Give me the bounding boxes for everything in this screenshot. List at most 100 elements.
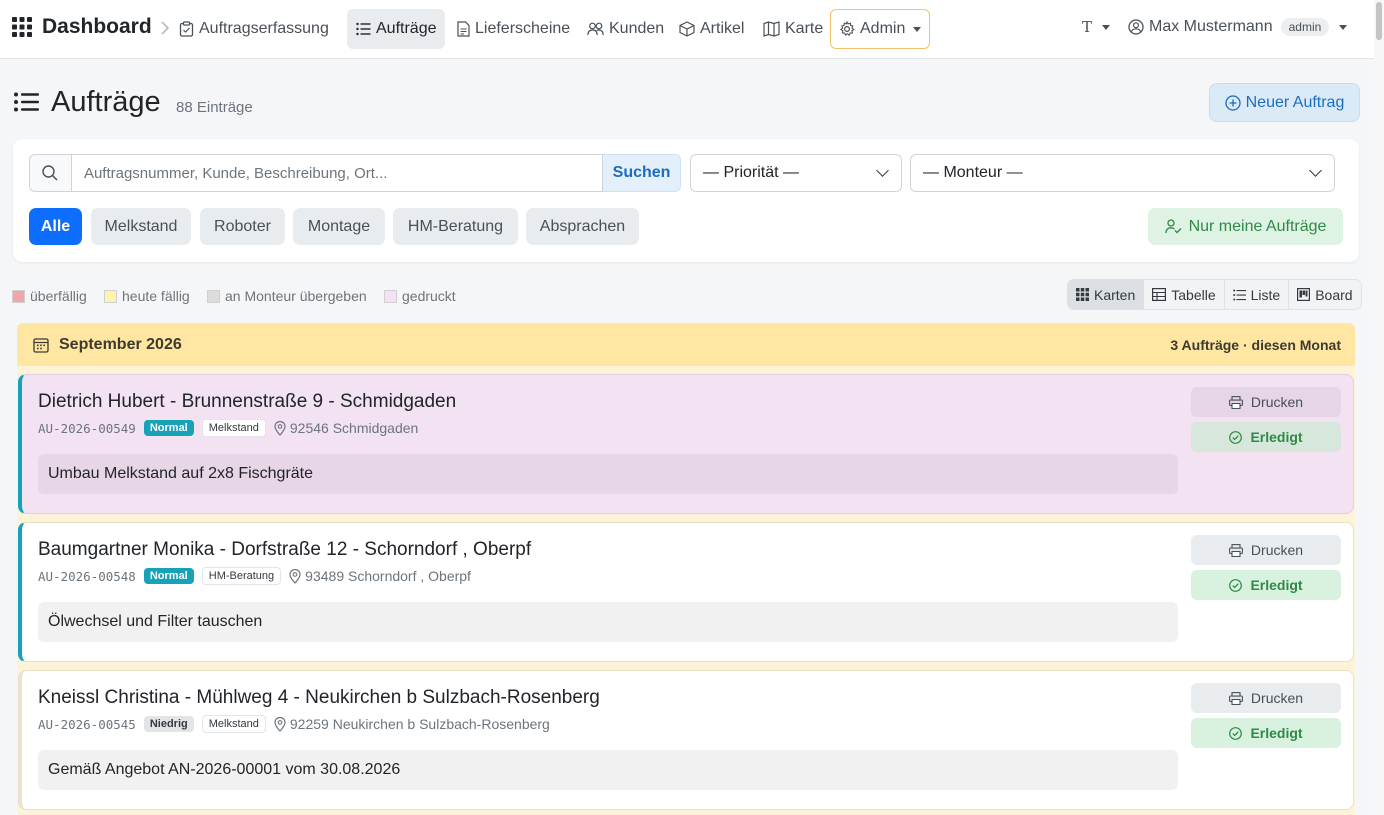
order-card[interactable]: Baumgartner Monika - Dorfstraße 12 - Sch… — [18, 522, 1354, 662]
map-pin-icon — [274, 716, 290, 732]
view-board-button[interactable]: Board — [1289, 280, 1361, 309]
view-cards-button[interactable]: Karten — [1068, 280, 1145, 309]
user-name: Max Mustermann — [1149, 18, 1273, 35]
legend-overdue: überfällig — [12, 288, 87, 304]
legend-swatch — [104, 289, 117, 303]
order-description: Ölwechsel und Filter tauschen — [38, 602, 1178, 642]
category-badge: HM-Beratung — [201, 567, 282, 585]
document-icon — [457, 21, 475, 37]
order-description: Gemäß Angebot AN-2026-00001 vom 30.08.20… — [38, 750, 1178, 790]
font-toggle-dropdown[interactable]: T — [1082, 18, 1111, 36]
print-button[interactable]: Drucken — [1191, 535, 1341, 565]
category-pill-hm-beratung[interactable]: HM-Beratung — [393, 208, 518, 245]
new-order-button[interactable]: Neuer Auftrag — [1209, 83, 1360, 122]
board-icon — [1297, 288, 1315, 301]
view-list-button[interactable]: Liste — [1224, 280, 1290, 309]
month-group-header[interactable]: September 2026 3 Aufträge · diesen Monat — [17, 323, 1355, 366]
page-title: Aufträge — [51, 86, 161, 118]
order-location: 92259 Neukirchen b Sulzbach-Rosenberg — [289, 716, 550, 732]
priority-select[interactable]: — Priorität — — [690, 154, 902, 192]
brand-title: Dashboard — [42, 15, 152, 38]
apps-grid-icon — [12, 17, 32, 37]
nav-lieferscheine[interactable]: Lieferscheine — [448, 9, 579, 49]
category-pill-melkstand[interactable]: Melkstand — [91, 208, 191, 245]
month-order-count: 3 Aufträge · diesen Monat — [1170, 336, 1341, 353]
category-pill-absprachen[interactable]: Absprachen — [526, 208, 639, 245]
map-pin-icon — [274, 420, 290, 436]
users-icon — [587, 22, 609, 36]
only-my-orders-button[interactable]: Nur meine Aufträge — [1148, 208, 1343, 245]
legend-swatch — [207, 289, 220, 303]
order-number: AU-2026-00548 — [38, 568, 136, 584]
legend-handed-over: an Monteur übergeben — [207, 288, 367, 304]
nav-admin-dropdown[interactable]: Admin — [830, 9, 931, 49]
printer-icon — [1228, 395, 1251, 409]
plus-circle-icon — [1224, 94, 1246, 111]
table-icon — [1152, 288, 1171, 301]
clipboard-icon — [179, 21, 199, 37]
nav-kunden[interactable]: Kunden — [578, 9, 673, 49]
legend-swatch — [384, 289, 397, 303]
category-pill-roboter[interactable]: Roboter — [200, 208, 285, 245]
print-button[interactable]: Drucken — [1191, 387, 1341, 417]
scrollbar-thumb[interactable] — [1376, 2, 1382, 40]
check-circle-icon — [1229, 578, 1250, 592]
category-pill-montage[interactable]: Montage — [293, 208, 385, 245]
filter-card: Suchen — Priorität — — Monteur — Alle Me… — [13, 139, 1359, 262]
priority-badge: Normal — [143, 568, 194, 584]
order-title[interactable]: Baumgartner Monika - Dorfstraße 12 - Sch… — [38, 539, 531, 561]
category-pill-alle[interactable]: Alle — [29, 208, 82, 245]
chevron-down-icon — [1309, 164, 1322, 177]
printer-icon — [1228, 543, 1251, 557]
nav-auftragserfassung[interactable]: Auftragserfassung — [170, 9, 338, 49]
caret-down-icon — [1102, 24, 1111, 30]
brand-link[interactable]: Dashboard — [12, 15, 152, 39]
nav-artikel[interactable]: Artikel — [670, 9, 753, 49]
map-pin-icon — [289, 568, 305, 584]
page-scrollbar[interactable] — [1374, 0, 1384, 815]
order-title[interactable]: Kneissl Christina - Mühlweg 4 - Neukirch… — [38, 687, 600, 709]
grid-icon — [1076, 288, 1094, 301]
check-circle-icon — [1229, 430, 1250, 444]
legend-due-today: heute fällig — [104, 288, 190, 304]
search-button[interactable]: Suchen — [603, 154, 681, 192]
order-title[interactable]: Dietrich Hubert - Brunnenstraße 9 - Schm… — [38, 391, 456, 413]
map-icon — [763, 21, 785, 37]
view-table-button[interactable]: Tabelle — [1144, 280, 1225, 309]
top-navbar: Dashboard Auftragserfassung Aufträge Lie… — [0, 0, 1384, 59]
monteur-select[interactable]: — Monteur — — [910, 154, 1335, 192]
nav-karte[interactable]: Karte — [754, 9, 832, 49]
order-location: 92546 Schmidgaden — [289, 420, 419, 436]
order-card[interactable]: Dietrich Hubert - Brunnenstraße 9 - Schm… — [18, 374, 1354, 514]
category-badge: Melkstand — [201, 419, 266, 437]
mark-done-button[interactable]: Erledigt — [1191, 422, 1341, 452]
print-button[interactable]: Drucken — [1191, 683, 1341, 713]
order-number: AU-2026-00549 — [38, 420, 136, 436]
caret-down-icon — [913, 26, 922, 32]
search-input[interactable] — [70, 154, 604, 192]
nav-auftraege[interactable]: Aufträge — [347, 9, 446, 49]
order-location: 93489 Schorndorf , Oberpf — [305, 568, 471, 584]
list-icon — [14, 92, 39, 112]
legend-printed: gedruckt — [384, 288, 456, 304]
calendar-icon — [33, 337, 59, 353]
priority-badge: Niedrig — [143, 716, 194, 732]
box-icon — [679, 21, 700, 37]
order-card[interactable]: Kneissl Christina - Mühlweg 4 - Neukirch… — [18, 670, 1354, 810]
user-menu-dropdown[interactable]: Max Mustermann admin — [1128, 18, 1348, 36]
order-number: AU-2026-00545 — [38, 716, 136, 732]
user-check-icon — [1164, 219, 1189, 234]
mark-done-button[interactable]: Erledigt — [1191, 718, 1341, 748]
view-switch: Karten Tabelle Liste Board — [1067, 279, 1362, 310]
caret-down-icon — [1339, 24, 1348, 30]
category-badge: Melkstand — [201, 715, 266, 733]
mark-done-button[interactable]: Erledigt — [1191, 570, 1341, 600]
search-icon — [29, 154, 71, 192]
user-role-badge: admin — [1280, 18, 1330, 36]
gear-icon — [839, 21, 860, 37]
order-description: Umbau Melkstand auf 2x8 Fischgräte — [38, 454, 1178, 494]
month-label: September 2026 — [59, 335, 182, 353]
chevron-right-icon — [160, 21, 170, 35]
list-icon — [356, 22, 376, 36]
user-circle-icon — [1128, 19, 1144, 35]
